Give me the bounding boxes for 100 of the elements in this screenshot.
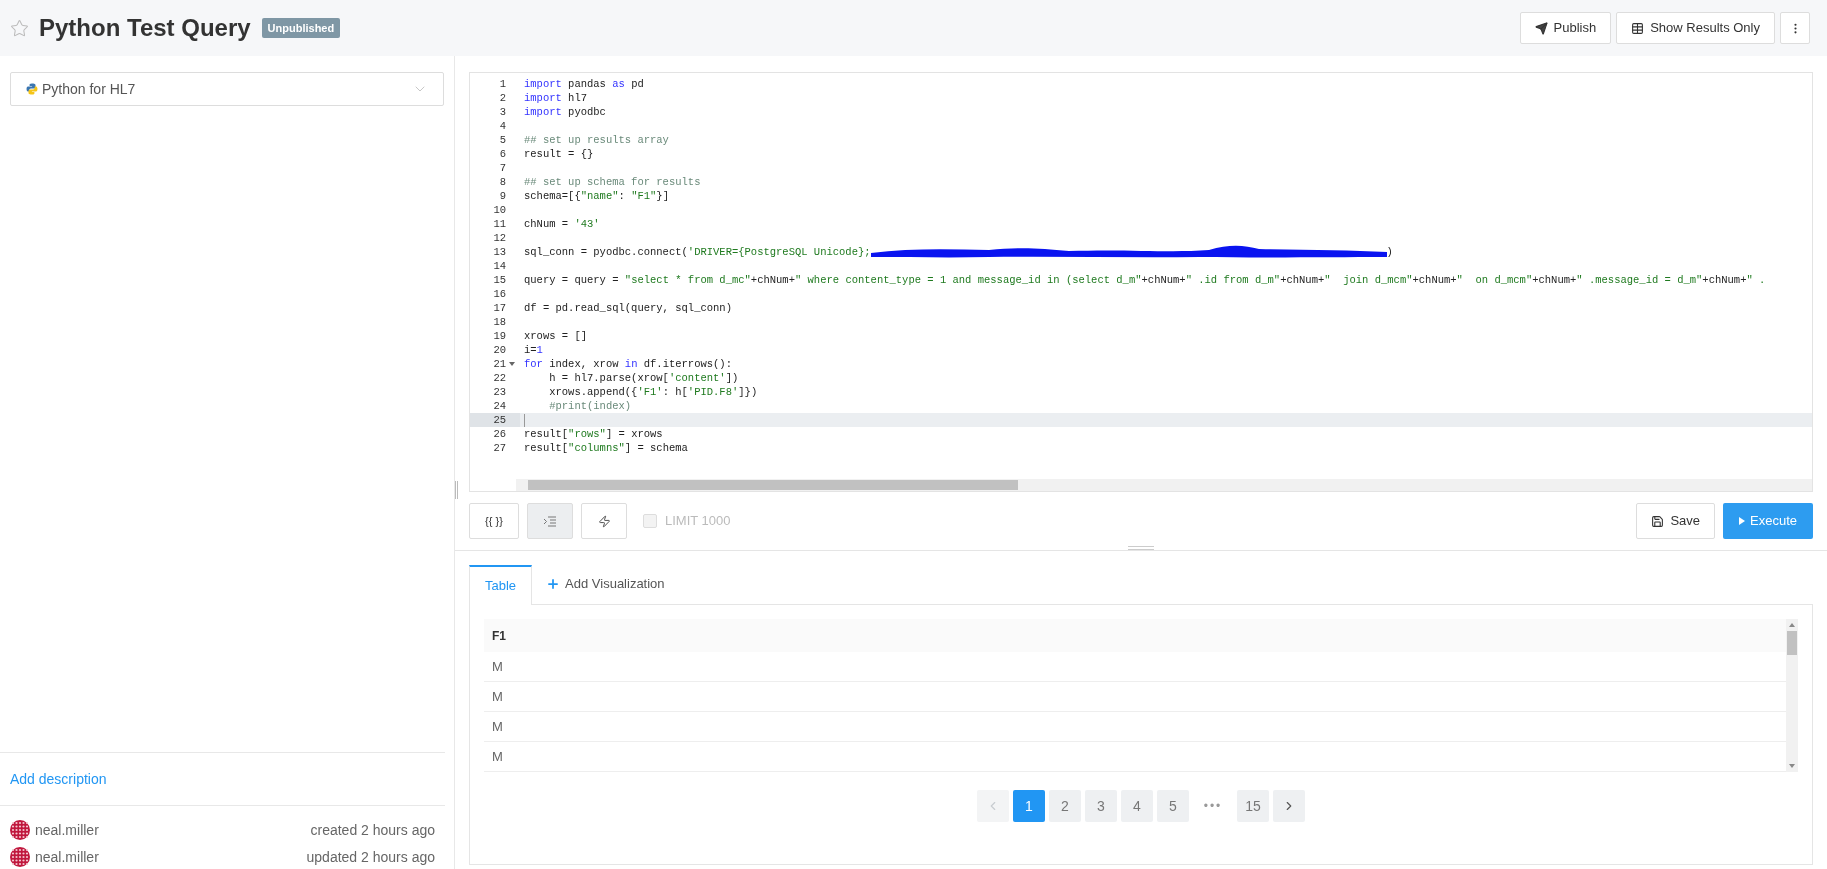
resize-handle[interactable] — [455, 481, 458, 499]
format-query-button[interactable] — [527, 503, 573, 539]
limit-label: LIMIT 1000 — [665, 512, 731, 531]
lightning-icon — [597, 514, 611, 528]
line-number: 14 — [493, 259, 506, 273]
indent-icon — [544, 515, 556, 527]
line-number: 19 — [493, 329, 506, 343]
line-number: 9 — [499, 189, 506, 203]
code-line: result["columns"] = schema — [524, 441, 688, 455]
page-button[interactable]: 3 — [1085, 790, 1117, 822]
avatar-icon — [10, 820, 30, 840]
execute-button[interactable]: Execute — [1723, 503, 1813, 539]
python-logo-icon — [26, 83, 38, 95]
table-icon — [1631, 21, 1645, 35]
line-number: 2 — [499, 91, 506, 105]
code-line: df = pd.read_sql(query, sql_conn) — [524, 301, 732, 315]
text-cursor — [524, 413, 525, 427]
code-line: import hl7 — [524, 91, 588, 105]
splitter-handle[interactable] — [1128, 546, 1154, 550]
more-button[interactable] — [1780, 12, 1810, 44]
code-line: i=1 — [524, 343, 543, 357]
code-line: ## set up schema for results — [524, 175, 701, 189]
plus-icon — [546, 577, 561, 591]
history-event: created 2 hours ago — [310, 820, 435, 840]
code-line: result["rows"] = xrows — [524, 427, 663, 441]
scrollbar-thumb[interactable] — [1787, 631, 1797, 655]
line-number: 7 — [499, 161, 506, 175]
line-number: 25 — [493, 413, 506, 427]
line-number: 1 — [499, 77, 506, 91]
status-badge: Unpublished — [261, 17, 341, 39]
page-button[interactable]: 1 — [1013, 790, 1045, 822]
code-line: xrows = [] — [524, 329, 587, 343]
play-icon — [1739, 517, 1745, 525]
code-line: sql_conn = pyodbc.connect('DRIVER={PostgreSQL Unicode}; ) — [524, 244, 1393, 260]
page-button[interactable]: 15 — [1237, 790, 1269, 822]
code-editor[interactable] — [469, 72, 1813, 492]
line-number: 26 — [493, 427, 506, 441]
table-cell-text: M — [492, 687, 503, 706]
parameters-button[interactable]: {{ }} — [469, 503, 519, 539]
line-number: 6 — [499, 147, 506, 161]
code-line: #print(index) — [548, 399, 632, 413]
line-number: 18 — [493, 315, 506, 329]
vertical-scrollbar[interactable] — [1786, 619, 1798, 772]
scrollbar-thumb[interactable] — [528, 480, 1018, 490]
pagination-ellipsis: ••• — [1202, 798, 1224, 815]
code-line: chNum = '43' — [524, 217, 600, 231]
code-line: import pyodbc — [524, 105, 606, 119]
user-name: neal.miller — [35, 820, 99, 840]
line-number: 13 — [493, 245, 506, 259]
line-number: 3 — [499, 105, 506, 119]
line-number: 27 — [493, 441, 506, 455]
line-number: 21 — [493, 357, 506, 371]
line-number: 22 — [493, 371, 506, 385]
next-page-button[interactable] — [1273, 790, 1305, 822]
code-line: schema=[{"name": "F1"}] — [524, 189, 669, 203]
publish-button[interactable]: Publish — [1519, 12, 1612, 44]
table-cell-text: M — [492, 747, 503, 766]
data-source-name: Python for HL7 — [42, 79, 136, 99]
line-number: 12 — [493, 231, 506, 245]
autocomplete-button[interactable] — [581, 503, 627, 539]
line-number: 20 — [493, 343, 506, 357]
line-number: 10 — [493, 203, 506, 217]
table-cell-text: M — [492, 717, 503, 736]
paper-plane-icon — [1534, 21, 1548, 35]
page-button[interactable]: 5 — [1157, 790, 1189, 822]
user-name: neal.miller — [35, 847, 99, 867]
page-button[interactable]: 2 — [1049, 790, 1081, 822]
line-number: 15 — [493, 273, 506, 287]
line-number: 5 — [499, 133, 506, 147]
code-line: result = {} — [524, 147, 594, 161]
line-number: 11 — [493, 217, 506, 231]
fold-caret-icon[interactable] — [509, 362, 515, 366]
line-number: 4 — [499, 119, 506, 133]
code-line: ## set up results array — [524, 133, 669, 147]
query-title: Python Test Query — [39, 13, 251, 43]
add-visualization-tab[interactable]: Add Visualization — [532, 564, 679, 604]
code-line: xrows.append({'F1': h['PID.F8']}) — [548, 385, 758, 399]
code-line: query = query = "select * from d_mc"+chNum+" where content_type = 1 and message_id in (select d_m"+chNum+" .id from d_m"+chNum+" join d_mcm"+chNum+" on d_mcm"+chNum+" .message_id = d_m"+chNum+" . — [524, 273, 1766, 287]
line-number: 24 — [493, 399, 506, 413]
save-button[interactable]: Save — [1636, 503, 1715, 539]
line-number: 17 — [493, 301, 506, 315]
show-results-only-button[interactable]: Show Results Only — [1616, 12, 1775, 44]
scroll-up-arrow-icon[interactable] — [1789, 623, 1795, 627]
table-tab[interactable]: Table — [469, 565, 533, 605]
data-source-select[interactable]: Python for HL7 — [10, 72, 444, 106]
code-line: h = hl7.parse(xrow['content']) — [548, 371, 739, 385]
add-description-link[interactable]: Add description — [10, 771, 107, 787]
page-button[interactable]: 4 — [1121, 790, 1153, 822]
star-icon[interactable] — [10, 18, 29, 38]
scroll-down-arrow-icon[interactable] — [1789, 764, 1795, 768]
code-line: for index, xrow in df.iterrows(): — [524, 357, 732, 371]
column-header: F1 — [492, 627, 506, 645]
avatar-icon — [10, 847, 30, 867]
horizontal-scrollbar[interactable] — [516, 479, 1812, 491]
line-number: 23 — [493, 385, 506, 399]
code-line: import pandas as pd — [524, 77, 644, 91]
line-number: 16 — [493, 287, 506, 301]
history-event: updated 2 hours ago — [306, 847, 435, 867]
line-number: 8 — [499, 175, 506, 189]
table-cell-text: M — [492, 657, 503, 676]
